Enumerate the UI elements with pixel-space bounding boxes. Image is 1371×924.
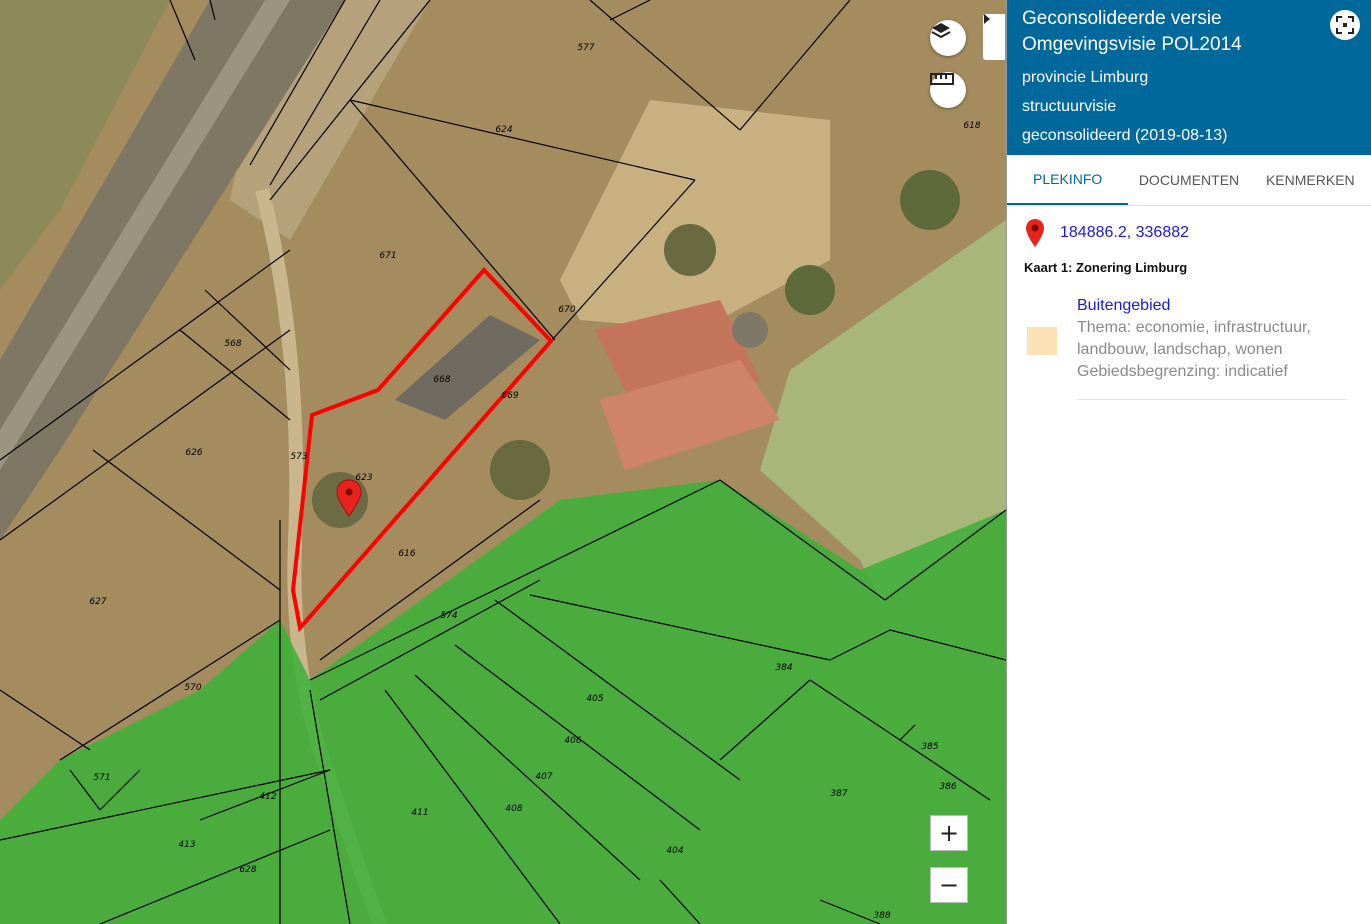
zoom-out-button[interactable]: −	[930, 867, 968, 903]
zoom-in-button[interactable]: +	[930, 815, 968, 851]
coordinates-link[interactable]: 184886.2, 336882	[1060, 224, 1189, 242]
aerial-map[interactable]: 577 624 618 671 670 568 668 669 626 573 623 616 627 5…	[0, 0, 1006, 924]
parcel-number-label: 574	[440, 611, 457, 621]
parcel-number-label: 628	[239, 865, 256, 875]
parcel-number-label: 618	[963, 121, 980, 131]
tree-clump	[490, 440, 550, 500]
parcel-number-label: 404	[666, 846, 683, 856]
tree-clump	[900, 170, 960, 230]
legend-text: Buitengebied Thema: economie, infrastruc…	[1077, 295, 1347, 400]
parcel-number-label: 388	[873, 911, 890, 921]
coordinates-row: 184886.2, 336882	[1024, 218, 1371, 248]
parcel-number-label: 387	[830, 789, 847, 799]
map-layer-title: Kaart 1: Zonering Limburg	[1024, 260, 1188, 275]
plan-authority: provincie Limburg	[1022, 69, 1149, 86]
silo	[732, 312, 768, 348]
parcel-number-label: 669	[501, 391, 518, 401]
map-view[interactable]: 577 624 618 671 670 568 668 669 626 573 623 616 627 5…	[0, 0, 1006, 924]
legend-theme: Thema: economie, infrastructuur, landbou…	[1077, 319, 1311, 358]
tab-kenmerken[interactable]: KENMERKEN	[1250, 155, 1371, 205]
legend-swatch	[1027, 327, 1057, 355]
tree-clump	[785, 265, 835, 315]
parcel-number-label: 571	[93, 773, 110, 783]
parcel-number-label: 412	[259, 792, 276, 802]
info-panel: Geconsolideerde versie Omgevingsvisie PO…	[1006, 0, 1371, 924]
parcel-number-label: 623	[355, 473, 372, 483]
fullscreen-icon	[1336, 16, 1354, 34]
panel-tabs: PLEKINFO DOCUMENTEN KENMERKEN	[1007, 155, 1371, 206]
parcel-number-label: 413	[178, 840, 195, 850]
measure-button[interactable]	[930, 72, 966, 108]
parcel-number-label: 570	[184, 683, 201, 693]
parcel-number-label: 411	[411, 808, 428, 818]
legend-item: Buitengebied Thema: economie, infrastruc…	[1027, 295, 1371, 400]
layers-icon	[931, 23, 951, 39]
parcel-number-label: 671	[379, 251, 396, 261]
parcel-number-label: 405	[586, 694, 603, 704]
chevron-right-icon	[984, 14, 990, 24]
parcel-number-label: 568	[224, 339, 241, 349]
panel-header: Geconsolideerde versie Omgevingsvisie PO…	[1007, 0, 1371, 155]
parcel-number-label: 577	[577, 43, 594, 53]
tab-documenten[interactable]: DOCUMENTEN	[1128, 155, 1249, 205]
parcel-number-label: 670	[558, 305, 575, 315]
plan-title: Geconsolideerde versie Omgevingsvisie PO…	[1022, 8, 1242, 55]
collapse-panel-button[interactable]	[983, 14, 1005, 60]
parcel-number-label: 386	[939, 782, 956, 792]
parcel-number-label: 406	[564, 736, 581, 746]
plan-type: structuurvisie	[1022, 98, 1117, 115]
plan-status: geconsolideerd (2019-08-13)	[1022, 127, 1228, 144]
tab-plekinfo[interactable]: PLEKINFO	[1007, 155, 1129, 205]
parcel-number-label: 408	[505, 804, 522, 814]
parcel-number-label: 407	[535, 772, 552, 782]
parcel-number-label: 624	[495, 125, 512, 135]
parcel-number-label: 385	[921, 742, 938, 752]
layers-button[interactable]	[930, 20, 966, 56]
parcel-number-label: 384	[775, 663, 792, 673]
ruler-icon	[930, 73, 954, 85]
parcel-number-label: 627	[89, 597, 106, 607]
location-pin-icon	[1026, 219, 1044, 247]
parcel-number-label: 616	[398, 549, 415, 559]
parcel-number-label: 626	[185, 448, 202, 458]
legend-name-link[interactable]: Buitengebied	[1077, 295, 1347, 317]
parcel-number-label: 573	[290, 452, 307, 462]
tree-clump	[664, 224, 716, 276]
parcel-number-label: 668	[433, 375, 450, 385]
fullscreen-button[interactable]	[1330, 10, 1360, 40]
legend-boundary: Gebiedsbegrenzing: indicatief	[1077, 363, 1288, 380]
